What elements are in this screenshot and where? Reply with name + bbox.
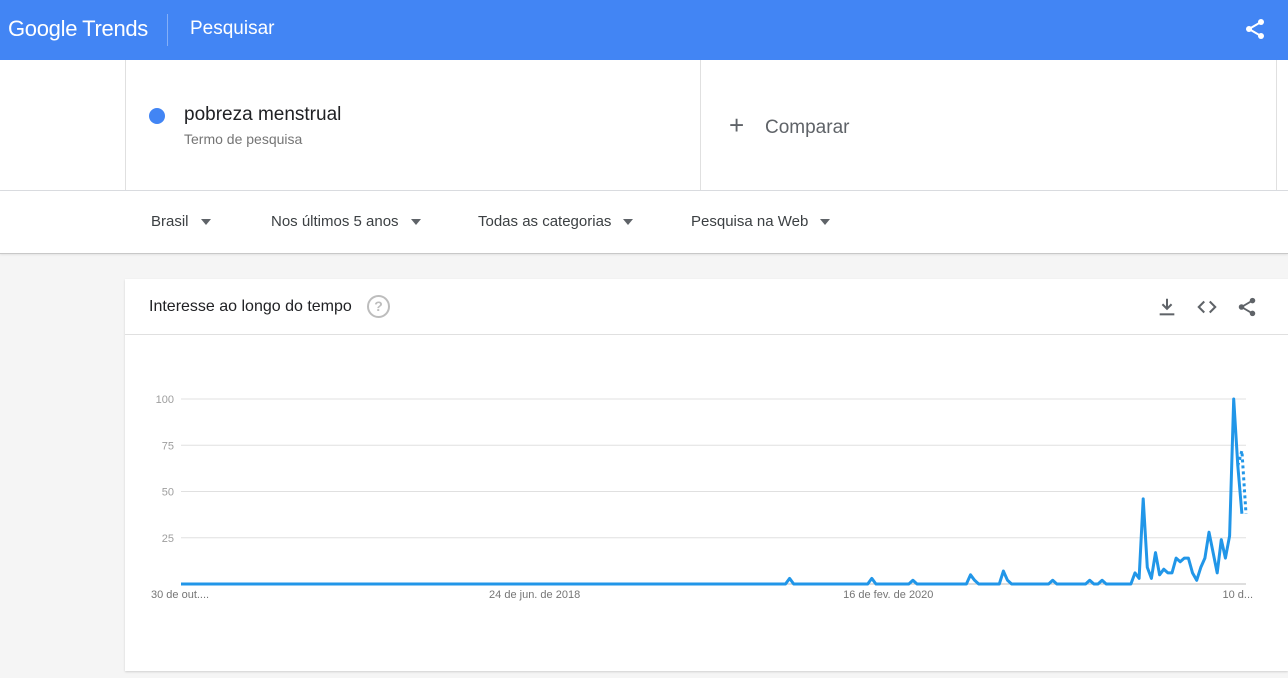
plus-icon: + bbox=[729, 110, 745, 140]
x-tick-label: 24 de jun. de 2018 bbox=[489, 589, 580, 601]
google-trends-logo[interactable]: Google Trends bbox=[8, 16, 148, 42]
region-filter-dropdown[interactable]: Brasil bbox=[151, 213, 211, 230]
y-tick-label: 25 bbox=[162, 533, 174, 545]
dropdown-caret-icon bbox=[200, 219, 211, 226]
search-term-panel: pobreza menstrual Termo de pesquisa + Co… bbox=[0, 60, 1288, 191]
y-tick-label: 75 bbox=[162, 440, 174, 452]
x-tick-label: 30 de out.... bbox=[151, 589, 209, 601]
logo-trends: Trends bbox=[82, 16, 149, 41]
dropdown-caret-icon bbox=[820, 219, 831, 226]
top-app-bar: Google Trends Pesquisar bbox=[0, 0, 1288, 60]
time-range-filter-dropdown[interactable]: Nos últimos 5 anos bbox=[271, 213, 421, 230]
interest-line-chart: 25 50 75 100 30 de out.... 24 de jun. de 2018… bbox=[151, 394, 1253, 601]
category-filter-label: Todas as categorias bbox=[478, 213, 612, 230]
share-icon[interactable] bbox=[1243, 17, 1267, 41]
dropdown-caret-icon bbox=[410, 219, 421, 226]
search-term-type: Termo de pesquisa bbox=[184, 131, 303, 147]
category-filter-dropdown[interactable]: Todas as categorias bbox=[478, 213, 634, 230]
y-tick-label: 100 bbox=[156, 394, 174, 406]
compare-button[interactable]: Comparar bbox=[765, 117, 849, 139]
term-color-dot bbox=[149, 108, 165, 124]
filter-bar: Brasil Nos últimos 5 anos Todas as categ… bbox=[0, 191, 1288, 254]
region-filter-label: Brasil bbox=[151, 213, 189, 230]
logo-google: Google bbox=[8, 16, 78, 41]
time-range-filter-label: Nos últimos 5 anos bbox=[271, 213, 399, 230]
header-divider bbox=[167, 14, 168, 46]
x-tick-label: 10 d... bbox=[1222, 589, 1253, 601]
interest-over-time-card: Interesse ao longo do tempo ? 25 50 75 100 3… bbox=[125, 279, 1288, 671]
dropdown-caret-icon bbox=[623, 219, 634, 226]
page-title: Pesquisar bbox=[190, 18, 275, 39]
y-tick-label: 50 bbox=[162, 487, 174, 499]
search-term-card[interactable]: pobreza menstrual Termo de pesquisa bbox=[125, 60, 701, 190]
search-type-filter-label: Pesquisa na Web bbox=[691, 213, 809, 230]
search-term-name[interactable]: pobreza menstrual bbox=[184, 104, 341, 126]
compare-card[interactable]: + Comparar bbox=[700, 60, 1277, 190]
x-tick-label: 16 de fev. de 2020 bbox=[843, 589, 933, 601]
search-type-filter-dropdown[interactable]: Pesquisa na Web bbox=[691, 213, 831, 230]
